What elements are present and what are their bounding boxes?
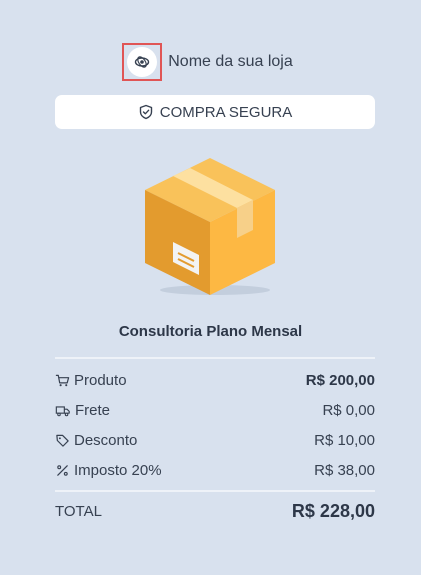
- summary-row-product: Produto R$ 200,00: [55, 369, 375, 391]
- store-name: Nome da sua loja: [168, 53, 293, 70]
- tag-icon: [56, 434, 69, 447]
- row-label-text: Imposto 20%: [74, 461, 162, 479]
- secure-badge-label: COMPRA SEGURA: [159, 103, 293, 121]
- shield-check-icon: [139, 104, 152, 120]
- store-logo-icon: [135, 56, 150, 68]
- logo-circle: [127, 47, 158, 77]
- summary-row-tax: Imposto 20% R$ 38,00: [55, 459, 375, 481]
- row-value: R$ 10,00: [314, 431, 375, 449]
- row-label: Imposto 20%: [55, 462, 162, 479]
- row-label: Desconto: [55, 432, 137, 449]
- total-value: R$ 228,00: [291, 500, 375, 521]
- summary-row-shipping: Frete R$ 0,00: [55, 399, 375, 421]
- truck-icon: [55, 405, 70, 416]
- cart-icon: [55, 374, 70, 386]
- summary-divider-top: [55, 357, 375, 359]
- secure-purchase-badge: COMPRA SEGURA: [55, 95, 375, 129]
- store-header: Nome da sua loja: [0, 41, 421, 83]
- summary-total-row: TOTAL R$ 228,00: [55, 500, 375, 522]
- store-logo[interactable]: [122, 43, 163, 81]
- row-label-text: Desconto: [74, 431, 138, 449]
- row-label-text: Frete: [75, 401, 111, 419]
- summary-divider-bottom: [55, 490, 375, 492]
- row-label: Frete: [55, 402, 110, 419]
- row-label: Produto: [55, 372, 127, 389]
- total-label: TOTAL: [55, 502, 102, 520]
- summary-row-discount: Desconto R$ 10,00: [55, 429, 375, 451]
- row-value: R$ 38,00: [314, 461, 375, 479]
- product-title: Consultoria Plano Mensal: [118, 323, 303, 340]
- row-value: R$ 0,00: [322, 401, 375, 419]
- row-value: R$ 200,00: [305, 371, 375, 389]
- product-box-image: [145, 158, 275, 295]
- percent-icon: [57, 464, 68, 476]
- row-label-text: Produto: [74, 371, 127, 389]
